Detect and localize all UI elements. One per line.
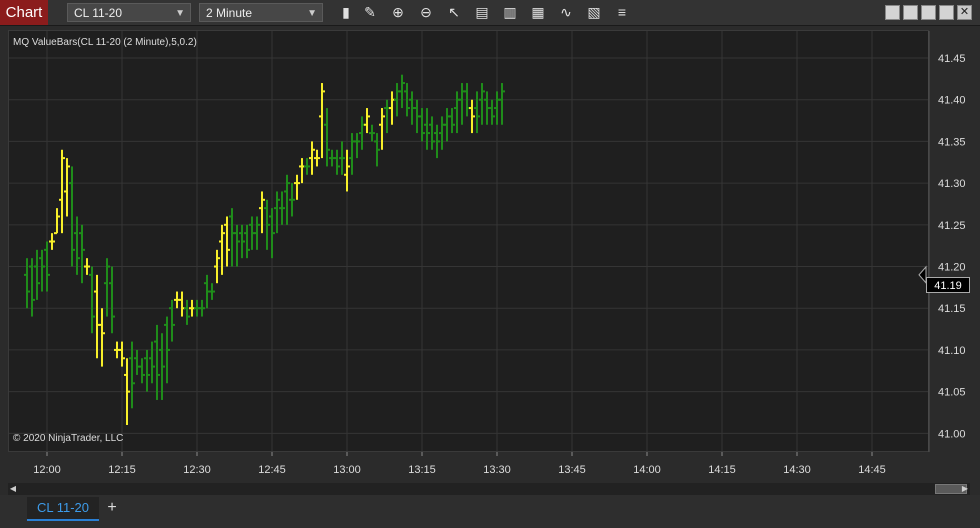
price-bar <box>269 208 275 259</box>
price-bar <box>459 83 465 125</box>
horizontal-scrollbar[interactable]: ◀ ▶ <box>8 483 970 495</box>
price-bar <box>179 291 185 317</box>
price-bar <box>69 166 75 267</box>
price-bar <box>454 91 460 134</box>
y-tick-label: 41.35 <box>938 136 966 148</box>
tab-instrument[interactable]: CL 11-20 <box>27 497 99 521</box>
price-bar <box>359 116 365 150</box>
price-bar <box>389 91 395 125</box>
price-bar <box>334 149 340 175</box>
price-bar <box>354 133 360 159</box>
price-bar <box>134 349 140 375</box>
y-tick-label: 41.40 <box>938 95 966 107</box>
price-bar <box>444 108 450 142</box>
price-bar <box>219 224 225 275</box>
indicator-label: MQ ValueBars(CL 11-20 (2 Minute),5,0.2) <box>13 37 197 48</box>
last-price-marker: 41.19 <box>926 277 970 293</box>
y-tick-label: 41.20 <box>938 262 966 274</box>
price-bar <box>64 158 70 217</box>
add-tab-button[interactable]: + <box>104 497 120 519</box>
price-bar <box>474 91 480 134</box>
price-bar <box>49 233 55 250</box>
price-bar <box>374 133 380 167</box>
price-bar <box>39 249 45 292</box>
y-tick-label: 41.45 <box>938 53 966 65</box>
price-bar <box>299 158 305 184</box>
x-tick-label: 14:30 <box>783 464 811 476</box>
x-tick-label: 14:15 <box>708 464 736 476</box>
x-tick-label: 12:30 <box>183 464 211 476</box>
y-tick-label: 41.05 <box>938 387 966 399</box>
price-bar <box>364 108 370 134</box>
scroll-left-icon[interactable]: ◀ <box>8 483 18 495</box>
y-tick-label: 41.30 <box>938 178 966 190</box>
price-bar <box>234 224 240 267</box>
y-tick-label: 41.10 <box>938 345 966 357</box>
price-bar <box>99 308 105 367</box>
x-tick-label: 13:30 <box>483 464 511 476</box>
y-tick-label: 41.25 <box>938 220 966 232</box>
y-tick-label: 41.00 <box>938 428 966 440</box>
price-bar <box>344 149 350 192</box>
copyright-text: © 2020 NinjaTrader, LLC <box>13 433 124 444</box>
price-bar <box>149 341 155 384</box>
price-bar <box>254 216 260 250</box>
price-bar <box>224 216 230 267</box>
price-bar <box>159 333 165 400</box>
tab-bar <box>0 495 980 528</box>
price-bar <box>349 133 355 175</box>
price-bar <box>199 299 205 317</box>
price-bar <box>169 299 175 342</box>
price-bar <box>499 83 505 125</box>
price-bar <box>79 224 85 284</box>
price-bar <box>424 108 430 150</box>
x-tick-label: 12:00 <box>33 464 61 476</box>
price-bar <box>209 283 215 300</box>
price-bar <box>144 349 150 392</box>
price-bar <box>154 324 160 400</box>
x-tick-label: 13:00 <box>333 464 361 476</box>
price-bar <box>89 266 95 334</box>
price-bar <box>129 341 135 409</box>
price-bar <box>369 124 375 142</box>
scroll-right-icon[interactable]: ▶ <box>960 483 970 495</box>
price-bar <box>379 108 385 150</box>
price-bar <box>319 83 325 159</box>
price-bar <box>449 108 455 134</box>
y-tick-label: 41.15 <box>938 303 966 315</box>
price-bar <box>229 208 235 267</box>
x-tick-label: 14:45 <box>858 464 886 476</box>
price-bar <box>289 183 295 217</box>
price-bar <box>439 116 445 150</box>
price-bar <box>274 191 280 234</box>
price-bar <box>54 208 60 235</box>
price-bar <box>339 141 345 175</box>
price-bar <box>84 258 90 275</box>
x-tick-label: 12:15 <box>108 464 136 476</box>
price-bar <box>139 358 145 384</box>
x-tick-label: 13:45 <box>558 464 586 476</box>
price-bar <box>259 191 265 234</box>
price-bar <box>109 266 115 334</box>
price-bar <box>469 99 475 134</box>
price-bar <box>494 91 500 125</box>
x-tick-label: 14:00 <box>633 464 661 476</box>
x-tick-label: 12:45 <box>258 464 286 476</box>
price-bar <box>294 174 300 200</box>
price-bar <box>314 149 320 167</box>
price-bar <box>304 158 310 175</box>
price-bar <box>119 341 125 367</box>
price-bar <box>489 99 495 125</box>
x-tick-label: 13:15 <box>408 464 436 476</box>
price-chart[interactable]: 41.45 41.40 41.35 41.30 41.25 41.20 41.15 41.10… <box>0 0 980 528</box>
price-bar <box>479 83 485 125</box>
price-bar <box>279 191 285 225</box>
last-price-pointer <box>918 265 927 285</box>
price-bar <box>184 299 190 325</box>
